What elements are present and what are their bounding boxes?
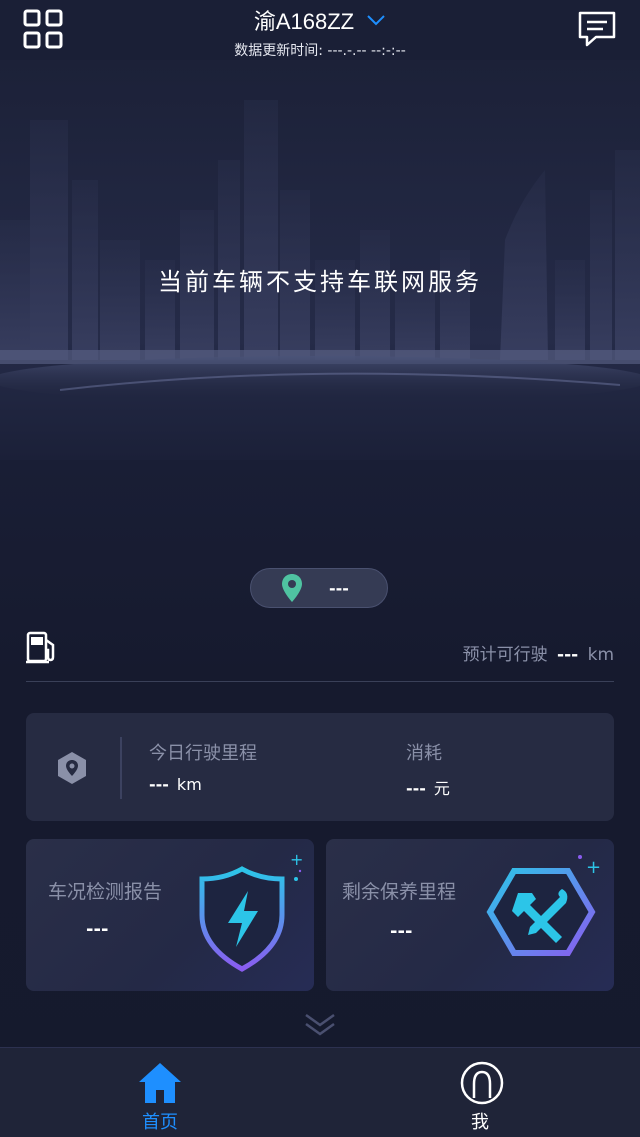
user-icon (460, 1061, 504, 1105)
today-mileage-number: --- (149, 775, 169, 794)
tab-me-label: 我 (471, 1112, 489, 1133)
fuel-pump-icon (26, 631, 55, 664)
plate-number: 渝A168ZZ (253, 9, 355, 34)
cost-label: 消耗 (406, 743, 442, 764)
update-time: 数据更新时间: ---.-.-- --:-:-- (234, 43, 406, 59)
inspection-title: 车况检测报告 (48, 881, 163, 903)
svg-text:+: + (290, 850, 303, 869)
inspection-report-card[interactable]: 车况检测报告 --- + (26, 839, 314, 991)
maintenance-title: 剩余保养里程 (342, 881, 457, 903)
maintenance-value: --- (390, 921, 413, 942)
cost-value: --- 元 (406, 775, 450, 799)
shield-bolt-icon: + (199, 850, 303, 972)
range-value: --- (557, 645, 579, 665)
divider (26, 681, 614, 682)
inspection-value: --- (86, 919, 109, 940)
today-mileage-label: 今日行驶里程 (149, 743, 257, 764)
city-skyline-illustration (0, 60, 640, 460)
message-icon[interactable] (576, 8, 618, 50)
home-icon (139, 1063, 181, 1103)
estimated-range: 预计可行驶 --- km (463, 640, 614, 665)
location-value: --- (329, 578, 349, 598)
plate-selector[interactable]: 渝A168ZZ (0, 4, 640, 36)
svg-text:+: + (586, 857, 601, 878)
cost-unit: 元 (433, 779, 450, 798)
unsupported-message: 当前车辆不支持车联网服务 (158, 268, 482, 296)
tools-hexagon-icon: + (486, 855, 601, 956)
today-mileage-unit: km (176, 775, 202, 794)
tab-home-label: 首页 (142, 1112, 178, 1133)
tab-home[interactable]: 首页 (0, 1048, 320, 1137)
mileage-location-icon (58, 752, 86, 784)
mileage-card[interactable]: 今日行驶里程 --- km 消耗 --- 元 (26, 713, 614, 821)
app-screen: 渝A168ZZ 数据更新时间: ---.-.-- --:-:-- 当前车辆不支持… (0, 0, 640, 1137)
chevron-down-icon (367, 15, 385, 26)
mileage-separator (120, 737, 122, 799)
bottom-tab-bar: 首页 我 (0, 1047, 640, 1137)
today-mileage-value: --- km (149, 775, 202, 794)
cost-number: --- (406, 779, 426, 798)
location-pill[interactable]: --- (250, 568, 388, 608)
range-unit: km (587, 645, 614, 665)
top-header: 渝A168ZZ 数据更新时间: ---.-.-- --:-:-- (0, 0, 640, 70)
double-chevron-down-icon[interactable] (304, 1012, 336, 1038)
location-pin-icon (282, 574, 302, 602)
maintenance-mileage-card[interactable]: 剩余保养里程 --- + (326, 839, 614, 991)
tab-me[interactable]: 我 (320, 1048, 640, 1137)
range-label: 预计可行驶 (462, 645, 548, 665)
